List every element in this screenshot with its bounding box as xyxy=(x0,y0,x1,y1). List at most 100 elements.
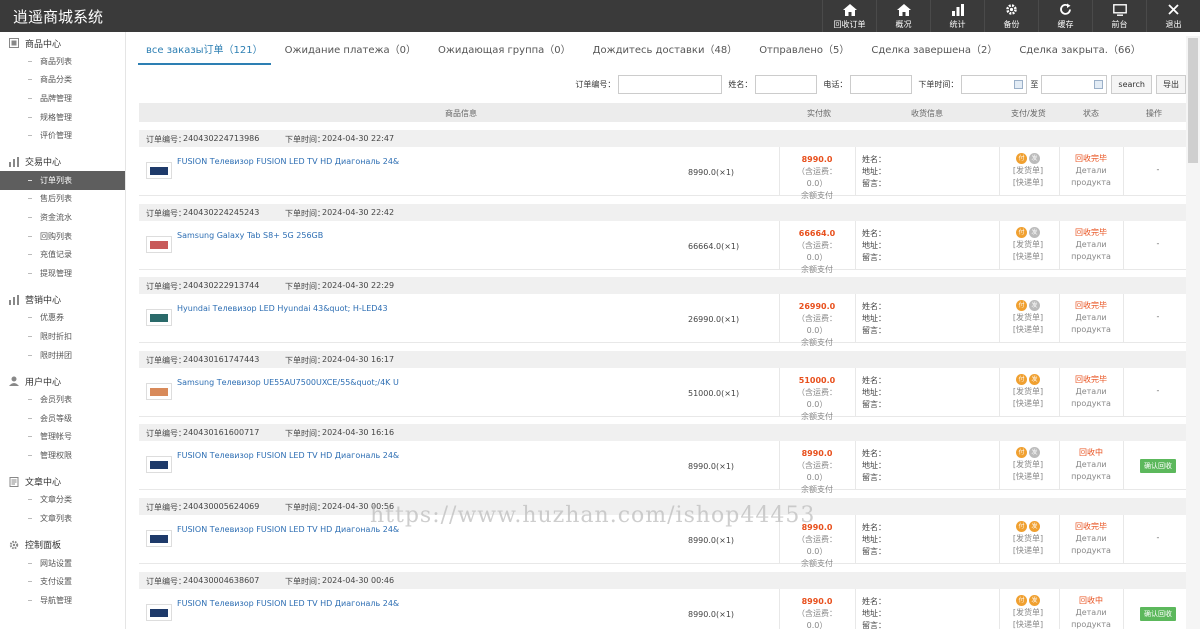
ship-order-link[interactable]: [发货单] xyxy=(1009,312,1047,324)
product-name-link[interactable]: FUSION Телевизор FUSION LED TV HD Диагон… xyxy=(177,157,399,166)
product-name-link[interactable]: FUSION Телевизор FUSION LED TV HD Диагон… xyxy=(177,599,399,608)
sidebar-group-3[interactable]: 用户中心 xyxy=(0,372,125,390)
detail-link[interactable]: Детали xyxy=(1067,459,1115,471)
sidebar-group-0[interactable]: 商品中心 xyxy=(0,34,125,52)
sidebar-item[interactable]: 优惠券 xyxy=(0,309,125,328)
product-thumbnail[interactable] xyxy=(146,382,172,400)
sidebar-item[interactable]: 文章列表 xyxy=(0,509,125,528)
order-no-input[interactable] xyxy=(618,74,723,94)
express-link[interactable]: [快递单] xyxy=(1009,545,1047,557)
product-name-link[interactable]: Samsung Galaxy Tab S8+ 5G 256GB xyxy=(177,231,323,240)
sidebar-item[interactable]: 文章分类 xyxy=(0,491,125,510)
search-button[interactable]: search xyxy=(1111,74,1152,94)
ship-order-link[interactable]: [发货单] xyxy=(1009,607,1047,619)
phone-input[interactable] xyxy=(850,74,913,94)
sidebar-item[interactable]: 会员等级 xyxy=(0,409,125,428)
detail-link-2[interactable]: продукта xyxy=(1067,324,1115,336)
sidebar-item[interactable]: 限时拼团 xyxy=(0,346,125,365)
ship-order-link[interactable]: [发货单] xyxy=(1009,459,1047,471)
product-name-link[interactable]: Hyundai Телевизор LED Hyundai 43&quot; H… xyxy=(177,304,388,313)
sidebar-group-4[interactable]: 文章中心 xyxy=(0,473,125,491)
export-button[interactable]: 导出 xyxy=(1156,74,1186,94)
sidebar-item[interactable]: 会员列表 xyxy=(0,390,125,409)
scrollbar-thumb[interactable] xyxy=(1188,38,1198,163)
tab-3[interactable]: Дождитесь доставки（48） xyxy=(585,41,746,65)
sidebar-item[interactable]: 导航管理 xyxy=(0,591,125,610)
express-link[interactable]: [快递单] xyxy=(1009,398,1047,410)
scrollbar[interactable] xyxy=(1186,36,1200,629)
product-thumbnail[interactable] xyxy=(146,456,172,474)
detail-link[interactable]: Детали xyxy=(1067,312,1115,324)
ship-order-link[interactable]: [发货单] xyxy=(1009,165,1047,177)
sidebar-item[interactable]: 商品列表 xyxy=(0,52,125,71)
detail-link-2[interactable]: продукта xyxy=(1067,471,1115,483)
product-thumbnail[interactable] xyxy=(146,530,172,547)
topnav-item-3[interactable]: 备份 xyxy=(984,0,1038,32)
express-link[interactable]: [快递单] xyxy=(1009,251,1047,263)
topnav-item-1[interactable]: 概况 xyxy=(876,0,930,32)
detail-link-2[interactable]: продукта xyxy=(1067,251,1115,263)
tab-6[interactable]: Сделка закрыта.（66） xyxy=(1011,41,1148,65)
tab-2[interactable]: Ожидающая группа（0） xyxy=(430,41,579,65)
product-thumbnail[interactable] xyxy=(146,603,172,621)
product-thumbnail[interactable] xyxy=(146,162,172,179)
product-name-link[interactable]: FUSION Телевизор FUSION LED TV HD Диагон… xyxy=(177,525,399,534)
tab-4[interactable]: Отправлено（5） xyxy=(751,41,857,65)
sidebar-item[interactable]: 评价管理 xyxy=(0,126,125,145)
start-date-input[interactable] xyxy=(961,74,1028,94)
divider xyxy=(999,367,1000,417)
detail-link-2[interactable]: продукта xyxy=(1067,398,1115,410)
sidebar-item[interactable]: 资金流水 xyxy=(0,208,125,227)
detail-link[interactable]: Детали xyxy=(1067,386,1115,398)
end-date-input[interactable] xyxy=(1041,74,1108,94)
sidebar-item[interactable]: 管理权限 xyxy=(0,446,125,465)
detail-link[interactable]: Детали xyxy=(1067,239,1115,251)
sidebar-item[interactable]: 订单列表 xyxy=(0,170,125,190)
express-link[interactable]: [快递单] xyxy=(1009,177,1047,189)
sidebar-item[interactable]: 充值记录 xyxy=(0,245,125,264)
sidebar-item[interactable]: 网站设置 xyxy=(0,554,125,573)
topnav-item-2[interactable]: 统计 xyxy=(930,0,984,32)
sidebar-item[interactable]: 规格管理 xyxy=(0,108,125,127)
topnav-item-5[interactable]: 前台 xyxy=(1092,0,1146,32)
sidebar-item[interactable]: 售后列表 xyxy=(0,190,125,209)
detail-link-2[interactable]: продукта xyxy=(1067,619,1115,629)
sidebar-item[interactable]: 品牌管理 xyxy=(0,89,125,108)
sidebar-group-5[interactable]: 控制面板 xyxy=(0,536,125,554)
confirm-recycle-button[interactable]: 确认回收 xyxy=(1140,459,1176,474)
sidebar-item[interactable]: 支付设置 xyxy=(0,572,125,591)
topnav-label: 概况 xyxy=(895,19,912,29)
product-name-link[interactable]: FUSION Телевизор FUSION LED TV HD Диагон… xyxy=(177,451,399,460)
name-input[interactable] xyxy=(755,74,818,94)
detail-link[interactable]: Детали xyxy=(1067,165,1115,177)
detail-link[interactable]: Детали xyxy=(1067,607,1115,619)
detail-link[interactable]: Детали xyxy=(1067,533,1115,545)
topnav-item-4[interactable]: 缓存 xyxy=(1038,0,1092,32)
product-name-link[interactable]: Samsung Телевизор UE55AU7500UXCE/55&quot… xyxy=(177,378,399,387)
topnav-item-0[interactable]: 回收订单 xyxy=(822,0,876,32)
tab-5[interactable]: Сделка завершена（2） xyxy=(863,41,1005,65)
sidebar-item[interactable]: 回购列表 xyxy=(0,227,125,246)
express-link[interactable]: [快递单] xyxy=(1009,471,1047,483)
product-thumbnail[interactable] xyxy=(146,309,172,327)
confirm-recycle-button[interactable]: 确认回收 xyxy=(1140,606,1176,621)
ship-order-link[interactable]: [发货单] xyxy=(1009,239,1047,251)
express-link[interactable]: [快递单] xyxy=(1009,619,1047,629)
detail-link-2[interactable]: продукта xyxy=(1067,545,1115,557)
ship-order-link[interactable]: [发货单] xyxy=(1009,533,1047,545)
divider xyxy=(855,294,856,344)
tab-1[interactable]: Ожидание платежа（0） xyxy=(277,41,424,65)
detail-link-2[interactable]: продукта xyxy=(1067,177,1115,189)
sidebar-item[interactable]: 管理帐号 xyxy=(0,428,125,447)
sidebar-item[interactable]: 提现管理 xyxy=(0,264,125,283)
product-thumbnail[interactable] xyxy=(146,235,172,253)
sidebar-item[interactable]: 限时折扣 xyxy=(0,327,125,346)
tab-0[interactable]: все заказы订单（121） xyxy=(138,41,271,65)
sidebar-group-1[interactable]: 交易中心 xyxy=(0,153,125,171)
topnav-item-6[interactable]: 退出 xyxy=(1146,0,1200,32)
express-link[interactable]: [快递单] xyxy=(1009,324,1047,336)
sidebar-item[interactable]: 商品分类 xyxy=(0,71,125,90)
sidebar-group-2[interactable]: 营销中心 xyxy=(0,291,125,309)
ship-order-link[interactable]: [发货单] xyxy=(1009,386,1047,398)
